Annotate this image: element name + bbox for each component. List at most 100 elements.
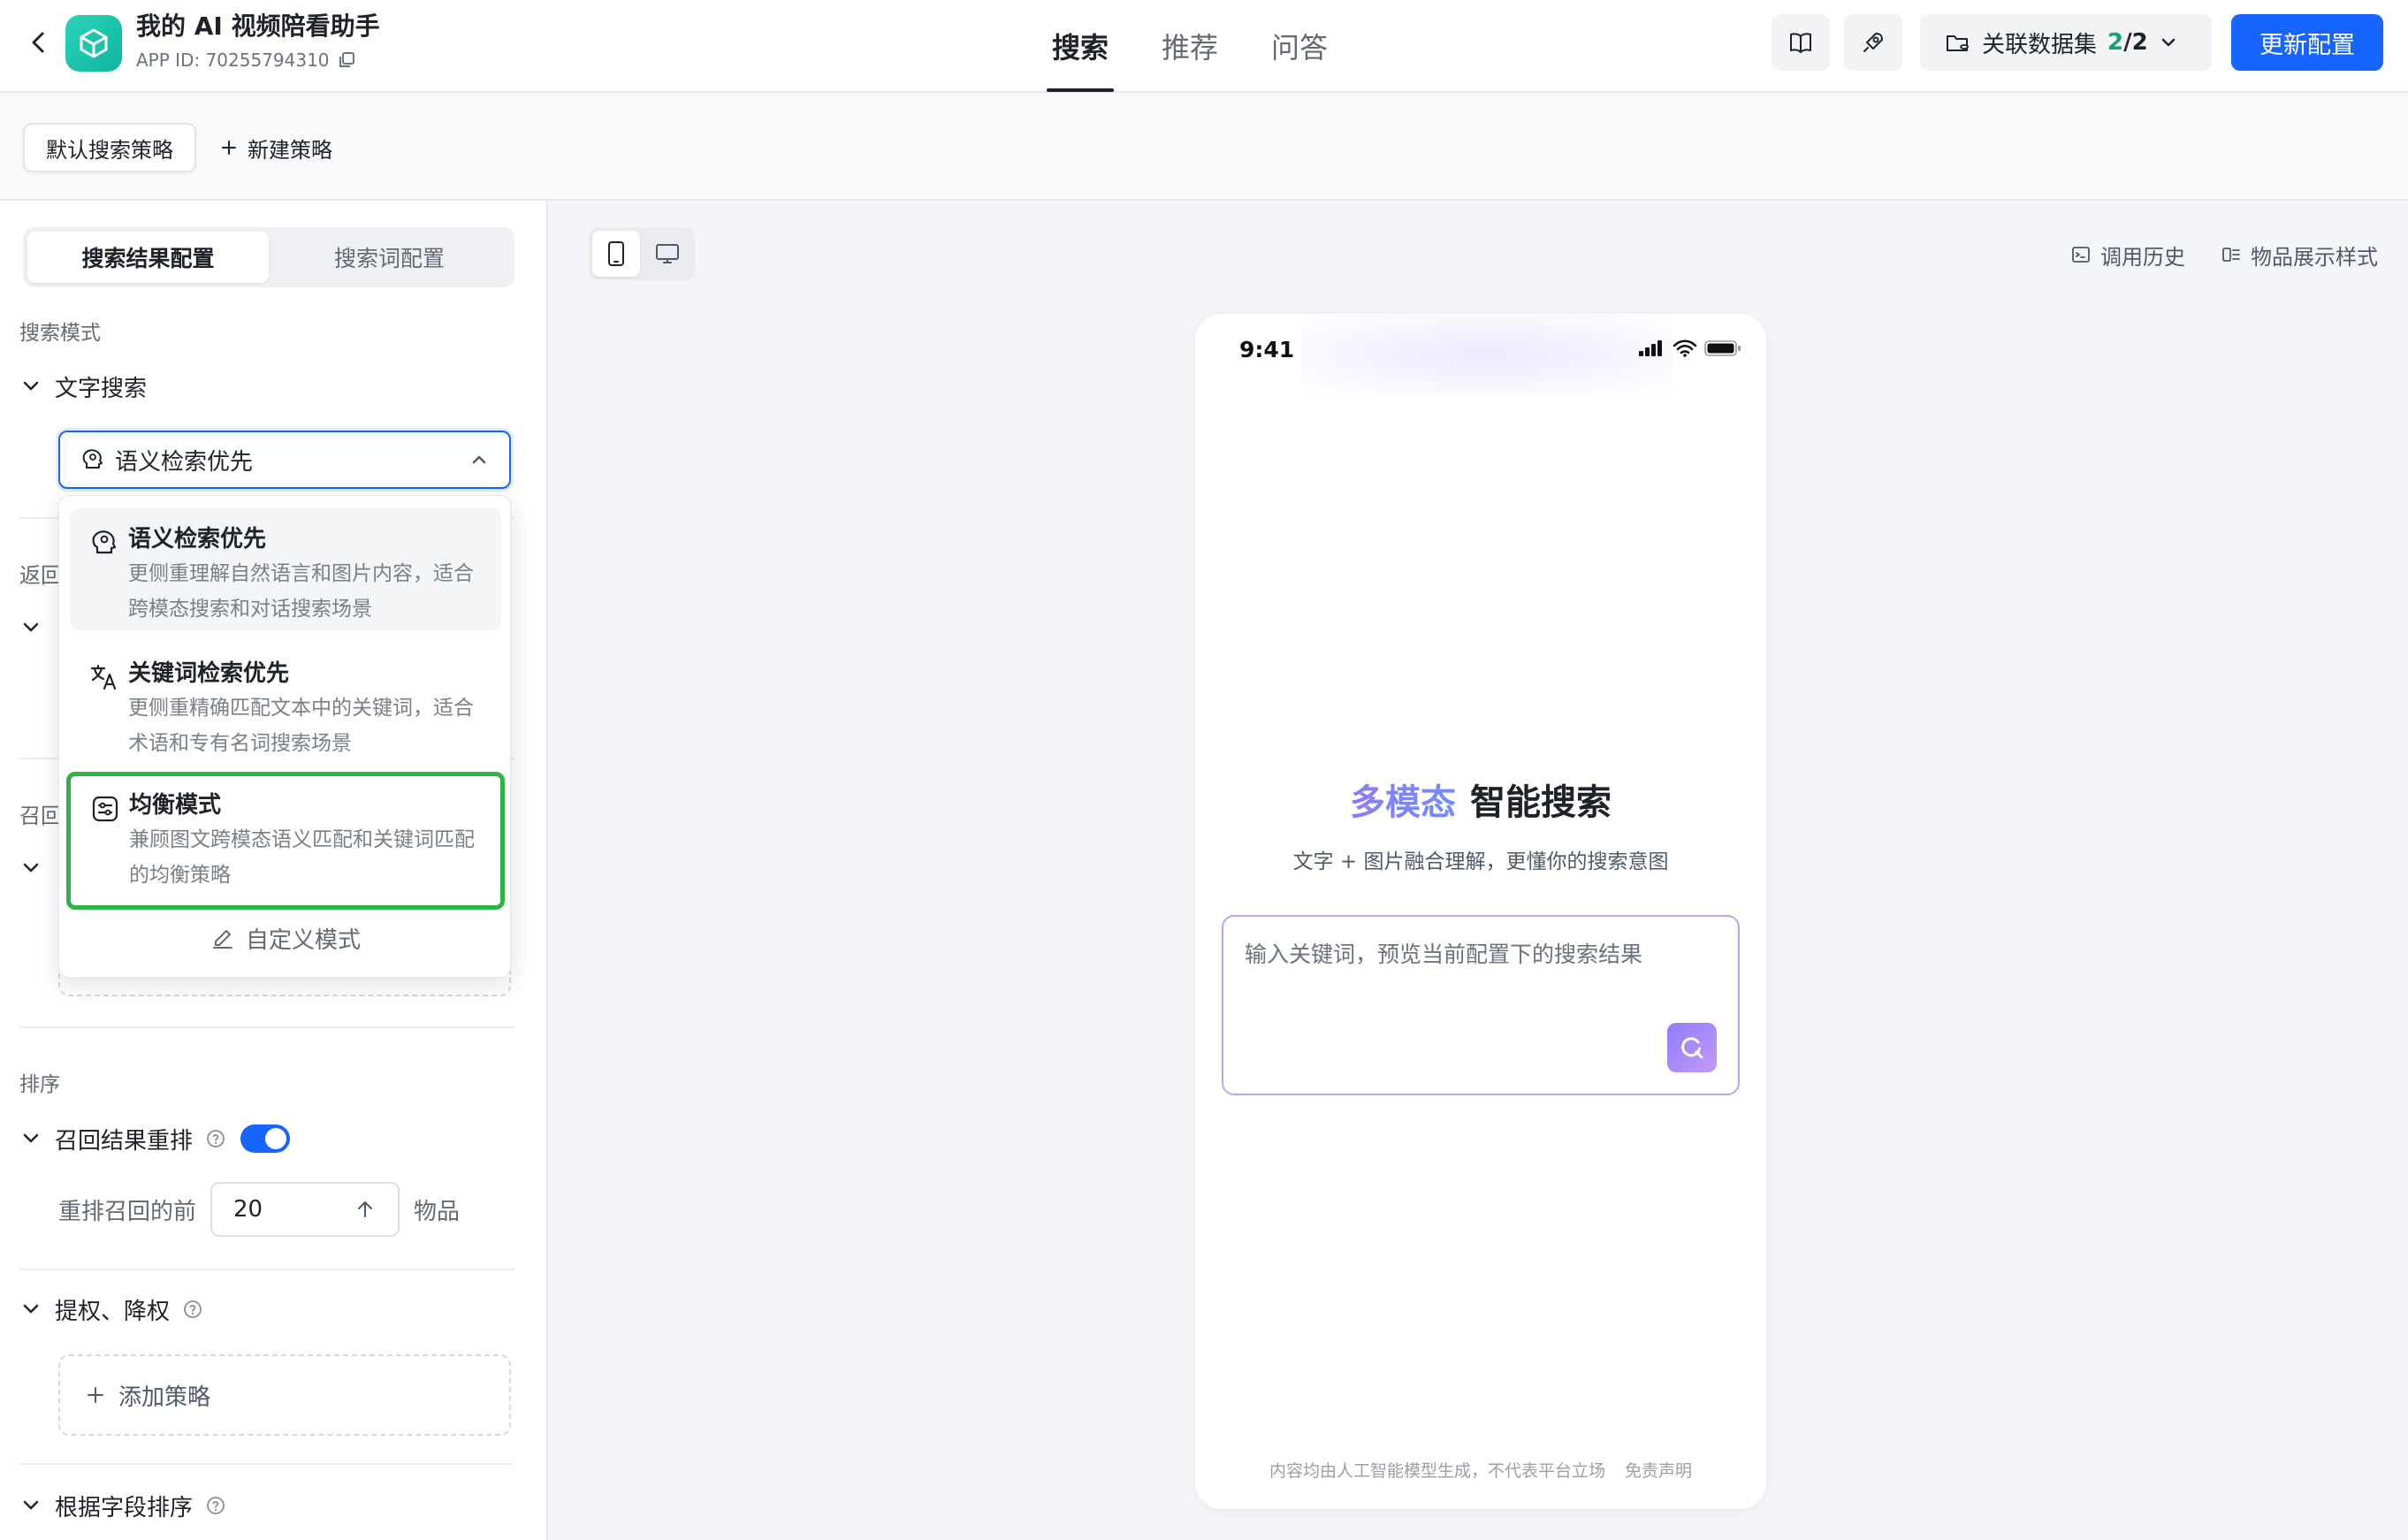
- config-segmented-control: 搜索结果配置 搜索词配置: [23, 227, 514, 287]
- selected-mode-value: 语义检索优先: [115, 448, 254, 476]
- wifi-icon: [1673, 339, 1697, 357]
- section-divider: [19, 1269, 514, 1270]
- signal-icon: [1639, 340, 1662, 356]
- text-search-label: 文字搜索: [55, 375, 148, 402]
- preview-search-input[interactable]: [1245, 936, 1713, 972]
- new-strategy-label: 新建策略: [248, 137, 332, 163]
- rocket-icon: [1863, 33, 1883, 52]
- segment-query-config[interactable]: 搜索词配置: [269, 232, 510, 283]
- rerank-group[interactable]: 召回结果重排: [19, 1121, 226, 1156]
- section-divider: [19, 1463, 514, 1465]
- brain-head-icon: [92, 530, 117, 554]
- display-style-link[interactable]: 物品展示样式: [2221, 240, 2378, 270]
- sort-label: 排序: [19, 1073, 60, 1096]
- tab-recommend[interactable]: 推荐: [1135, 0, 1245, 92]
- preview-area: 调用历史 物品展示样式 9:41 多模态 智能搜索 文字 + 图片融合理解，更懂你…: [550, 201, 2408, 1540]
- help-circle-icon: [184, 1300, 202, 1318]
- option-balanced[interactable]: 均衡模式 兼顾图文跨模态语义匹配和关键词匹配的均衡策略: [66, 772, 505, 910]
- option-description: 兼顾图文跨模态语义匹配和关键词匹配的均衡策略: [129, 828, 475, 887]
- search-submit-button[interactable]: [1667, 1023, 1717, 1072]
- rerank-count-row: 重排召回的前 20 物品: [58, 1182, 460, 1237]
- rerank-suffix-label: 物品: [414, 1198, 461, 1225]
- chevron-down-icon: [2161, 38, 2175, 47]
- desktop-view-button[interactable]: [644, 231, 691, 277]
- back-arrow-icon[interactable]: [23, 27, 55, 58]
- plus-icon: [88, 1387, 103, 1403]
- custom-mode-label: 自定义模式: [245, 926, 361, 954]
- field-sort-group[interactable]: 根据字段排序: [19, 1488, 226, 1523]
- rerank-label: 召回结果重排: [55, 1127, 194, 1155]
- tab-qa[interactable]: 问答: [1245, 0, 1354, 92]
- chevron-down-icon: [23, 863, 39, 873]
- app-name: 我的 AI 视频陪看助手: [136, 11, 380, 41]
- option-description: 更侧重理解自然语言和图片内容，适合跨模态搜索和对话搜索场景: [128, 562, 474, 621]
- segment-result-config[interactable]: 搜索结果配置: [27, 232, 269, 283]
- edit-pencil-icon: [212, 930, 232, 949]
- terminal-icon: [2072, 247, 2090, 263]
- hero-title-text: 智能搜索: [1470, 782, 1612, 823]
- custom-mode-option[interactable]: 自定义模式: [59, 911, 512, 964]
- text-search-group[interactable]: 文字搜索: [19, 369, 147, 404]
- display-style-label: 物品展示样式: [2251, 244, 2378, 270]
- dataset-label: 关联数据集: [1982, 31, 2098, 58]
- option-title: 均衡模式: [129, 792, 222, 819]
- tab-search[interactable]: 搜索: [1025, 0, 1135, 92]
- book-icon: [1790, 33, 1811, 53]
- chevron-down-icon: [23, 1133, 39, 1143]
- search-mode-dropdown: 语义检索优先 更侧重理解自然语言和图片内容，适合跨模态搜索和对话搜索场景 关键词…: [58, 495, 511, 978]
- rerank-count-input[interactable]: 20: [210, 1182, 400, 1237]
- phone-glow: [1301, 314, 1673, 393]
- brain-head-icon: [82, 449, 103, 469]
- rerank-toggle[interactable]: [240, 1125, 290, 1153]
- copy-icon[interactable]: [337, 50, 356, 70]
- preview-search-box: [1222, 915, 1740, 1095]
- chevron-down-icon: [23, 622, 39, 632]
- translate-icon: [90, 664, 117, 690]
- rerank-prefix-label: 重排召回的前: [58, 1198, 197, 1225]
- app-logo-icon: [65, 15, 122, 72]
- return-section-label: 返回: [19, 563, 62, 588]
- hero-subtitle: 文字 + 图片融合理解，更懂你的搜索意图: [1292, 850, 1669, 873]
- search-mode-select[interactable]: 语义检索优先: [58, 431, 511, 489]
- boost-group[interactable]: 提权、降权: [19, 1292, 203, 1327]
- balance-slider-icon: [92, 796, 118, 822]
- new-strategy-button[interactable]: 新建策略: [219, 123, 332, 172]
- mobile-icon: [608, 241, 624, 266]
- strategy-bar: 默认搜索策略 新建策略: [0, 93, 2408, 201]
- option-semantic-first[interactable]: 语义检索优先 更侧重理解自然语言和图片内容，适合跨模态搜索和对话搜索场景: [70, 508, 501, 630]
- plus-icon: [222, 141, 236, 155]
- debug-button[interactable]: [1844, 14, 1902, 71]
- mobile-view-button[interactable]: [592, 231, 640, 277]
- option-description: 更侧重精确匹配文本中的关键词，适合术语和专有名词搜索场景: [128, 697, 474, 755]
- top-bar: 我的 AI 视频陪看助手 APP ID: 70255794310 搜索 推荐 问…: [0, 0, 2408, 93]
- call-history-label: 调用历史: [2100, 244, 2185, 270]
- chevron-down-icon: [23, 1304, 39, 1314]
- arrow-up-icon: [358, 1201, 373, 1217]
- main-tabs: 搜索 推荐 问答: [1025, 0, 1354, 92]
- phone-preview: 9:41 多模态智能搜索 文字 + 图片融合理解，更懂你的搜索意图 内容均由人工…: [1195, 314, 1766, 1509]
- docs-button[interactable]: [1772, 14, 1830, 71]
- chevron-up-icon: [472, 455, 486, 464]
- add-strategy-label: 添加策略: [118, 1384, 211, 1411]
- search-icon: [1681, 1037, 1703, 1059]
- desktop-icon: [656, 244, 679, 263]
- app-id: APP ID: 70255794310: [136, 50, 356, 71]
- disclaimer-link[interactable]: 免责声明: [1625, 1461, 1692, 1481]
- disclaimer-text: 内容均由人工智能模型生成，不代表平台立场: [1269, 1461, 1605, 1481]
- add-strategy-button[interactable]: 添加策略: [58, 1354, 511, 1436]
- disclaimer: 内容均由人工智能模型生成，不代表平台立场 免责声明: [1195, 1458, 1766, 1482]
- battery-icon: [1704, 340, 1741, 356]
- dataset-count-used: 2: [2107, 29, 2124, 56]
- section-divider: [19, 1026, 514, 1028]
- status-icons: [1637, 339, 1741, 358]
- device-toggle: [589, 227, 695, 280]
- boost-label: 提权、降权: [55, 1298, 171, 1325]
- status-time: 9:41: [1239, 337, 1295, 362]
- option-keyword-first[interactable]: 关键词检索优先 更侧重精确匹配文本中的关键词，适合术语和专有名词搜索场景: [70, 643, 501, 765]
- default-strategy-chip[interactable]: 默认搜索策略: [23, 123, 196, 172]
- update-config-button[interactable]: 更新配置: [2231, 14, 2383, 71]
- app-id-text: APP ID: 70255794310: [136, 50, 330, 71]
- folder-db-icon: [1947, 35, 1969, 51]
- dataset-selector[interactable]: 关联数据集 2/2: [1920, 14, 2212, 71]
- call-history-link[interactable]: 调用历史: [2070, 240, 2185, 270]
